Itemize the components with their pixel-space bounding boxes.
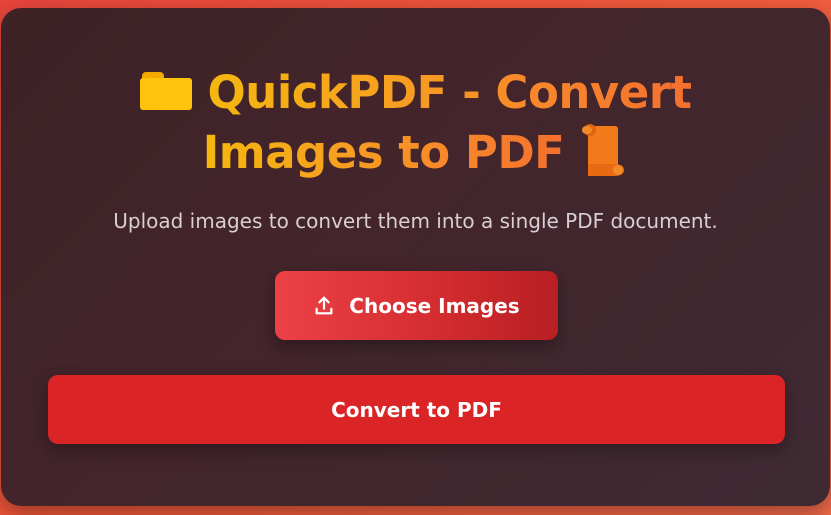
scroll-icon bbox=[578, 122, 628, 176]
folder-icon bbox=[139, 72, 192, 110]
choose-images-button[interactable]: Choose Images bbox=[275, 271, 558, 340]
upload-icon bbox=[313, 295, 335, 317]
page-title: QuickPDF - Convert Images to PDF bbox=[1, 64, 830, 182]
convert-to-pdf-label: Convert to PDF bbox=[331, 397, 502, 422]
title-text-1: QuickPDF - Convert bbox=[207, 66, 692, 119]
subtitle: Upload images to convert them into a sin… bbox=[113, 209, 718, 233]
convert-to-pdf-button[interactable]: Convert to PDF bbox=[48, 375, 785, 444]
title-line-1: QuickPDF - Convert bbox=[1, 64, 830, 122]
title-line-2: Images to PDF bbox=[1, 122, 830, 182]
title-text-2: Images to PDF bbox=[202, 126, 565, 179]
converter-card: QuickPDF - Convert Images to PDF Upload … bbox=[1, 8, 830, 506]
choose-images-label: Choose Images bbox=[349, 293, 520, 318]
